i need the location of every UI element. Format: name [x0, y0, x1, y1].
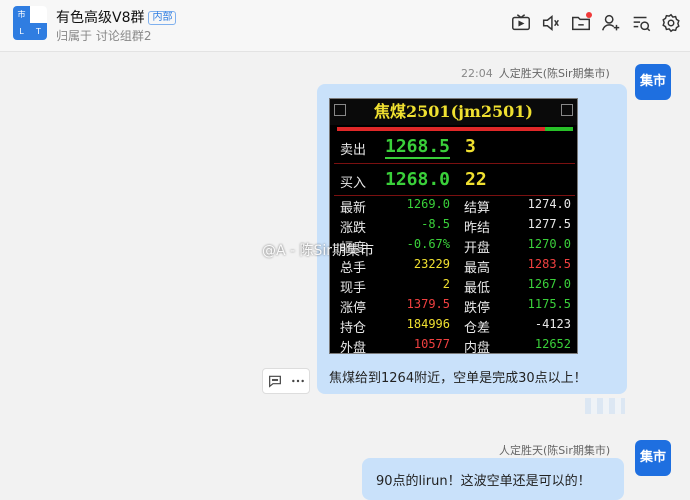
group-subtitle: 归属于 讨论组群2 — [56, 29, 152, 43]
quote-row: 持仓 184996 仓差 -4123 — [330, 317, 577, 337]
quote-row: 外盘 10577 内盘 12652 — [330, 337, 577, 354]
sender-avatar[interactable]: 集市 — [635, 64, 671, 100]
group-avatar[interactable]: 市 L T — [13, 6, 47, 40]
quote-row: 现手 2 最低 1267.0 — [330, 277, 577, 297]
message-time: 22:04 — [461, 67, 493, 80]
window-box-icon — [334, 104, 346, 116]
quote-bar-green — [545, 127, 573, 131]
quote-key: 最新 — [340, 201, 367, 216]
folder-icon[interactable] — [570, 12, 592, 34]
header-toolbar — [510, 12, 682, 34]
quote-key: 开盘 — [464, 241, 491, 256]
quote-value: 1267.0 — [527, 277, 571, 291]
buy-price: 1268.0 — [385, 169, 451, 190]
quote-value: 10577 — [413, 337, 450, 351]
avatar-cell: 市 — [13, 6, 30, 23]
quote-bar-red — [337, 127, 545, 131]
quote-value: -0.67% — [406, 237, 450, 251]
quote-key: 最低 — [464, 281, 491, 296]
sell-label: 卖出 — [340, 143, 367, 158]
quote-value: 23229 — [413, 257, 450, 271]
settings-icon[interactable] — [660, 12, 682, 34]
avatar-cell — [30, 6, 47, 23]
more-icon[interactable] — [286, 369, 309, 393]
sell-price: 1268.5 — [385, 136, 451, 159]
quote-key: 现手 — [340, 281, 367, 296]
quote-row: 最新 1269.0 结算 1274.0 — [330, 197, 577, 217]
quote-key: 昨结 — [464, 221, 491, 236]
message-meta: 22:04 人定胜天(陈Sir期集市) — [461, 65, 610, 81]
speaker-icon[interactable] — [540, 12, 562, 34]
quote-key: 涨跌 — [340, 221, 367, 236]
sell-volume: 3 — [465, 136, 476, 157]
quote-key: 仓差 — [464, 321, 491, 336]
buy-label: 买入 — [340, 176, 367, 191]
quote-key: 持仓 — [340, 321, 367, 336]
comment-icon[interactable] — [263, 369, 286, 393]
quote-value: 1274.0 — [527, 197, 571, 211]
message-meta: 人定胜天(陈Sir期集市) — [499, 442, 610, 458]
watermark: @A - 陈Sir期集市 — [262, 243, 375, 259]
chat-header: 市 L T 有色高级V8群 内部 归属于 讨论组群2 — [0, 0, 690, 52]
quote-key: 外盘 — [340, 341, 367, 354]
avatar-cell: L — [13, 23, 30, 40]
message-text[interactable]: 90点的lirun！这波空单还是可以的！ — [376, 470, 591, 489]
quote-row: 涨停 1379.5 跌停 1175.5 — [330, 297, 577, 317]
quote-image[interactable]: 焦煤2501(jm2501) 卖出 1268.5 3 买入 1268.0 22 … — [329, 98, 578, 354]
quote-value: 1270.0 — [527, 237, 571, 251]
quote-value: -4123 — [534, 317, 571, 331]
divider — [334, 163, 575, 164]
quote-key: 最高 — [464, 261, 491, 276]
sender-avatar[interactable]: 集市 — [635, 440, 671, 476]
add-user-icon[interactable] — [600, 12, 622, 34]
quote-value: 2 — [442, 277, 450, 291]
message-bubble[interactable]: 90点的lirun！这波空单还是可以的！ — [362, 458, 624, 500]
quote-value: 12652 — [534, 337, 571, 351]
quote-row: 总手 23229 最高 1283.5 — [330, 257, 577, 277]
group-name[interactable]: 有色高级V8群 — [56, 10, 144, 26]
quote-value: 184996 — [406, 317, 450, 331]
message-text[interactable]: 焦煤给到1264附近，空单是完成30点以上！ — [329, 367, 587, 386]
quote-key: 涨停 — [340, 301, 367, 316]
quote-value: 1283.5 — [527, 257, 571, 271]
quote-value: -8.5 — [421, 217, 450, 231]
group-title: 有色高级V8群 内部 — [56, 7, 177, 27]
sender-name[interactable]: 人定胜天(陈Sir期集市) — [499, 67, 610, 80]
internal-badge: 内部 — [148, 11, 177, 25]
quote-row: 涨跌 -8.5 昨结 1277.5 — [330, 217, 577, 237]
message-hover-tools — [262, 368, 310, 394]
sender-name[interactable]: 人定胜天(陈Sir期集市) — [499, 444, 610, 457]
quote-value: 1175.5 — [527, 297, 571, 311]
avatar-cell: T — [30, 23, 47, 40]
divider — [334, 195, 575, 196]
tv-icon[interactable] — [510, 12, 532, 34]
quote-value: 1269.0 — [406, 197, 450, 211]
window-box-icon — [561, 104, 573, 116]
buy-volume: 22 — [465, 169, 487, 190]
quote-key: 跌停 — [464, 301, 491, 316]
blurred-content — [585, 398, 625, 414]
quote-value: 1379.5 — [406, 297, 450, 311]
quote-value: 1277.5 — [527, 217, 571, 231]
quote-key: 内盘 — [464, 341, 491, 354]
notification-dot — [586, 12, 592, 18]
quote-key: 结算 — [464, 201, 491, 216]
quote-title: 焦煤2501(jm2501) — [330, 99, 577, 125]
history-icon[interactable] — [630, 12, 652, 34]
